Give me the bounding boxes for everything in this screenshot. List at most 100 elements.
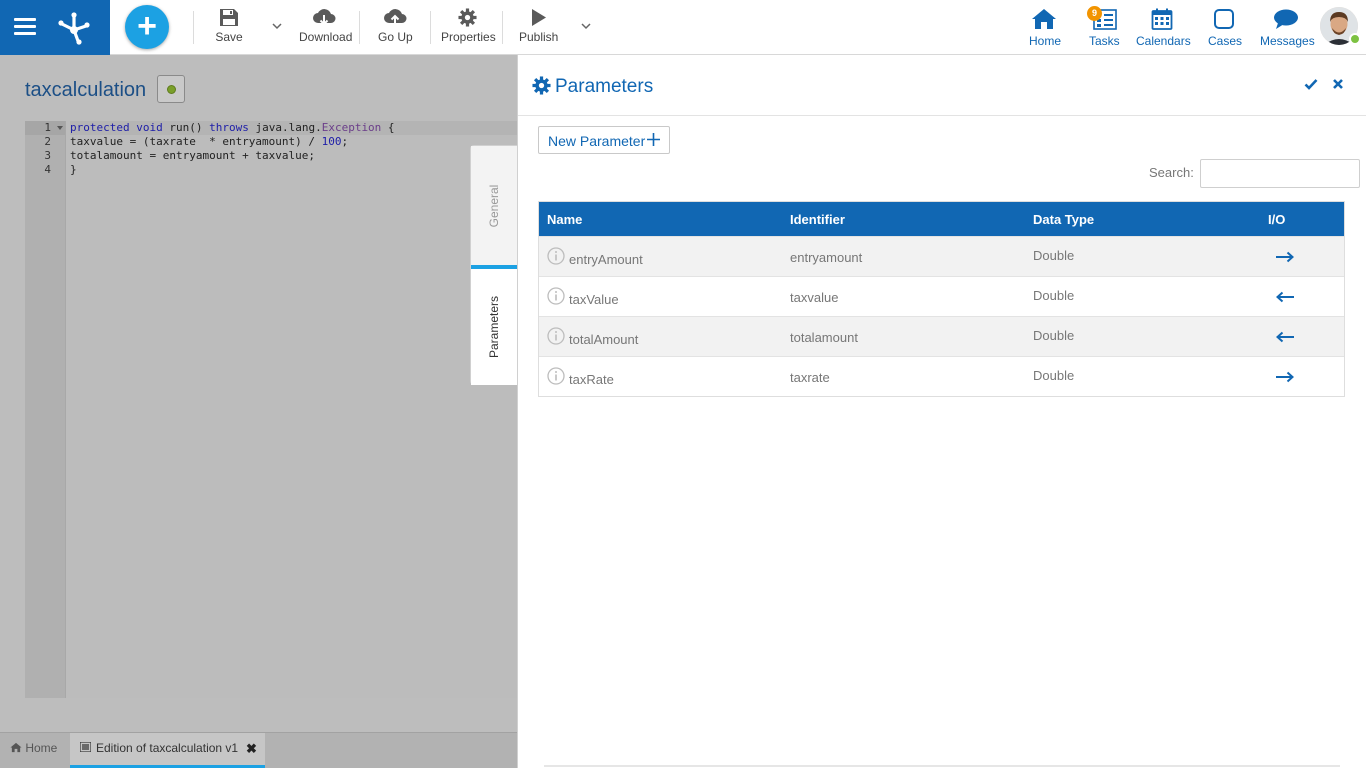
arrow-left-icon <box>1276 291 1294 303</box>
arrow-right-icon <box>1276 251 1294 263</box>
cloud-download-icon <box>313 9 336 26</box>
chat-bubble-icon <box>1273 9 1298 29</box>
code-line: taxvalue = (taxrate * entryamount) / 100… <box>70 135 349 148</box>
table-header: Name Identifier Data Type I/O <box>539 202 1344 236</box>
panel-header: Parameters <box>518 55 1366 116</box>
cases-icon <box>1214 9 1234 29</box>
parameter-name: taxRate <box>569 372 614 387</box>
fold-arrow-icon[interactable] <box>57 126 63 130</box>
code-token: throws <box>209 121 249 134</box>
toolbar-separator <box>430 11 431 44</box>
new-parameter-button[interactable]: New Parameter <box>538 126 670 154</box>
search-input[interactable] <box>1200 159 1360 188</box>
gear-icon <box>532 76 551 95</box>
menu-icon[interactable] <box>14 18 36 36</box>
go-up-button[interactable]: Go Up <box>378 8 413 44</box>
line-number: 3 <box>44 149 51 162</box>
column-header-name[interactable]: Name <box>547 212 582 227</box>
bottom-tab-edition[interactable]: Edition of taxcalculation v1 ✖ <box>70 733 265 768</box>
close-tab-icon[interactable]: ✖ <box>246 741 257 757</box>
cloud-upload-icon <box>384 9 407 25</box>
save-options-chevron-down-icon[interactable] <box>271 20 283 32</box>
arrow-left-icon <box>1276 331 1294 343</box>
code-line: totalamount = entryamount + taxvalue; <box>70 149 316 162</box>
calendar-icon <box>1151 8 1172 30</box>
gear-icon <box>457 8 477 27</box>
tasks-badge: 9 <box>1087 6 1102 21</box>
tab-parameters[interactable]: Parameters <box>471 269 517 385</box>
column-header-data-type[interactable]: Data Type <box>1033 212 1094 227</box>
download-button[interactable]: Download <box>299 8 352 44</box>
publish-button[interactable]: Publish <box>519 8 558 44</box>
code-token: void <box>136 121 163 134</box>
column-header-identifier[interactable]: Identifier <box>790 212 845 227</box>
status-dot-icon <box>167 85 176 94</box>
line-number: 2 <box>44 135 51 148</box>
online-status-indicator <box>1349 33 1361 45</box>
info-icon[interactable] <box>547 287 565 305</box>
save-icon <box>220 9 238 26</box>
code-token: 100 <box>321 135 342 148</box>
vertical-tabs: General Parameters <box>470 145 517 385</box>
code-line: protected void run() throws java.lang.Ex… <box>70 121 517 135</box>
parameter-name: totalAmount <box>569 332 639 347</box>
panel-divider <box>544 765 1340 767</box>
status-indicator-button[interactable] <box>157 75 185 103</box>
search-label: Search: <box>1149 165 1194 180</box>
code-editor[interactable]: 1 2 3 4 protected void run() throws java… <box>25 121 517 698</box>
table-row[interactable]: taxValue taxvalue Double <box>539 276 1344 316</box>
properties-button[interactable]: Properties <box>441 8 496 44</box>
parameter-identifier: taxvalue <box>790 290 839 305</box>
publish-options-chevron-down-icon[interactable] <box>580 20 592 32</box>
toolbar-separator <box>502 11 503 44</box>
panel-title: Parameters <box>555 76 654 97</box>
play-icon <box>532 9 546 26</box>
nav-tasks[interactable]: Tasks 9 <box>1087 6 1120 48</box>
parameters-table: Name Identifier Data Type I/O entryAmoun… <box>538 201 1345 397</box>
confirm-check-icon[interactable] <box>1304 77 1318 91</box>
line-number: 4 <box>44 163 51 176</box>
line-number-gutter: 1 2 3 4 <box>25 121 66 698</box>
plus-icon <box>647 133 660 146</box>
bottom-tab-home[interactable]: Home <box>10 741 57 755</box>
parameter-data-type: Double <box>1033 328 1075 343</box>
nav-messages[interactable]: Messages <box>1260 8 1315 48</box>
app-logo-icon[interactable] <box>54 8 94 46</box>
parameter-data-type: Double <box>1033 248 1075 263</box>
add-button[interactable]: + <box>125 5 169 49</box>
parameters-panel: Parameters New Parameter Search: Name Id… <box>517 55 1366 768</box>
table-row[interactable]: taxRate taxrate Double <box>539 356 1344 396</box>
editor-area: taxcalculation 1 2 3 4 protected void ru… <box>0 55 517 768</box>
arrow-right-icon <box>1276 371 1294 383</box>
close-icon[interactable] <box>1331 77 1345 91</box>
parameter-identifier: entryamount <box>790 250 863 265</box>
top-bar: + Save Download Go Up Properties Publish… <box>0 0 1366 55</box>
parameter-identifier: taxrate <box>790 370 830 385</box>
table-row[interactable]: totalAmount totalamount Double <box>539 316 1344 356</box>
bottom-tab-bar: Home Edition of taxcalculation v1 ✖ <box>0 732 517 768</box>
info-icon[interactable] <box>547 367 565 385</box>
column-header-io[interactable]: I/O <box>1268 212 1285 227</box>
info-icon[interactable] <box>547 327 565 345</box>
code-line: } <box>70 163 77 176</box>
home-icon <box>1032 9 1056 29</box>
code-token: protected <box>70 121 130 134</box>
toolbar-separator <box>193 11 194 44</box>
parameter-name: entryAmount <box>569 252 643 267</box>
parameter-data-type: Double <box>1033 368 1075 383</box>
parameter-name: taxValue <box>569 292 619 307</box>
info-icon[interactable] <box>547 247 565 265</box>
tab-general[interactable]: General <box>471 146 517 265</box>
home-icon <box>10 742 22 753</box>
code-content[interactable]: protected void run() throws java.lang.Ex… <box>70 121 517 177</box>
nav-home[interactable]: Home <box>1029 8 1061 48</box>
nav-cases[interactable]: Cases <box>1208 8 1242 48</box>
table-row[interactable]: entryAmount entryamount Double <box>539 236 1344 276</box>
toolbar-separator <box>359 11 360 44</box>
brand-area <box>0 0 110 55</box>
parameter-data-type: Double <box>1033 288 1075 303</box>
code-token: Exception <box>321 121 382 134</box>
nav-calendars[interactable]: Calendars <box>1136 8 1191 48</box>
save-button[interactable]: Save <box>213 8 245 44</box>
document-title: taxcalculation <box>25 79 147 101</box>
